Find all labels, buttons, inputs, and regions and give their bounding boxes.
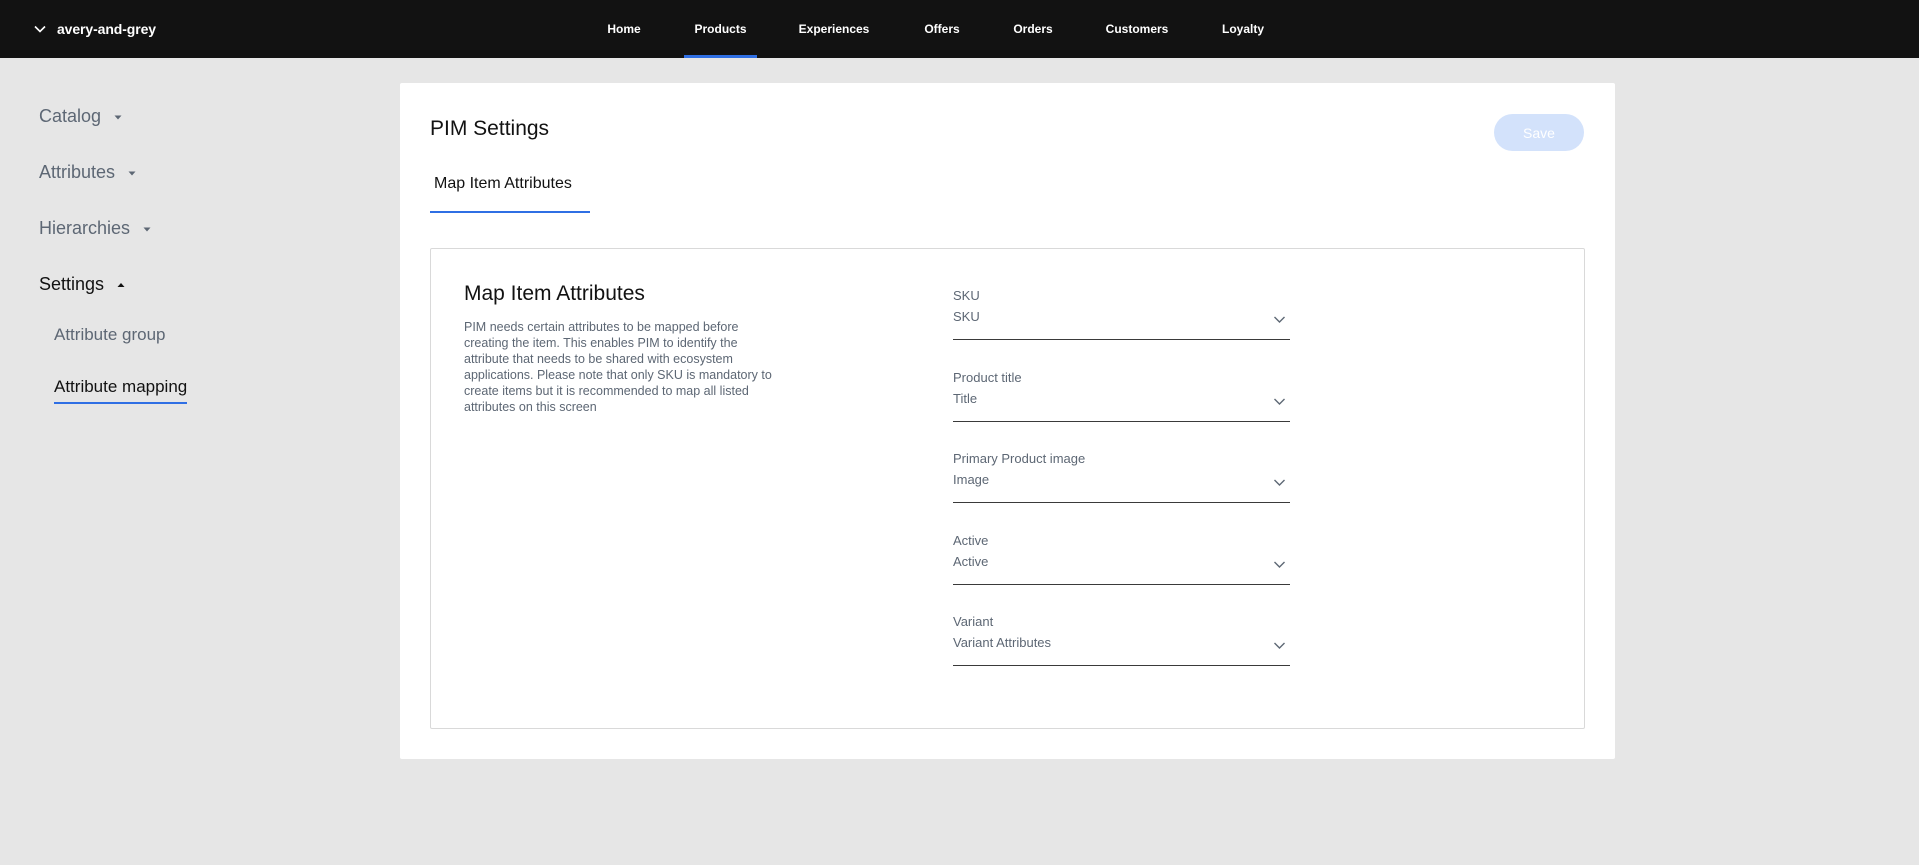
caret-down-icon [114,115,122,119]
field-label: SKU [953,288,980,303]
description-line: attribute that needs to be shared with e… [464,352,733,366]
chevron-down-icon [34,25,46,33]
settings-card: PIM Settings Save Map Item Attributes Ma… [400,83,1615,759]
nav-products[interactable]: Products [684,0,757,58]
nav-customers[interactable]: Customers [1094,0,1180,58]
sidebar-group-label: Attributes [39,162,116,182]
product-title-field: Product title Title [953,370,1290,422]
field-label: Active [953,533,989,548]
chevron-down-icon [1274,316,1285,323]
description-line: PIM needs certain attributes to be mappe… [464,320,739,334]
select-value: Active [953,554,989,569]
select-value: Variant Attributes [953,635,1052,650]
map-attributes-panel: Map Item Attributes PIM needs certain at… [430,248,1585,729]
sidebar-group-catalog[interactable]: Catalog [39,106,123,127]
sidebar-item-attribute-group[interactable]: Attribute group [54,325,166,345]
select-value: Title [953,391,978,406]
org-name: avery-and-grey [57,21,156,37]
chevron-down-icon [1274,642,1285,649]
field-label: Variant [953,614,994,629]
sidebar-item-attribute-mapping[interactable]: Attribute mapping [54,377,188,404]
active-field: Active Active [953,533,1290,585]
caret-down-icon [143,227,151,231]
primary-product-image-select[interactable]: Image [953,467,1290,503]
nav-offers[interactable]: Offers [910,0,974,58]
variant-field: Variant Variant Attributes [953,614,1290,666]
panel-title: Map Item Attributes [464,282,645,305]
variant-select[interactable]: Variant Attributes [953,630,1290,666]
field-label: Primary Product image [953,451,1086,466]
sidebar-group-label: Catalog [39,106,102,126]
caret-down-icon [128,171,136,175]
nav-orders[interactable]: Orders [1002,0,1064,58]
sidebar-group-label: Settings [39,274,105,294]
select-value: SKU [953,309,980,324]
sidebar-group-attributes[interactable]: Attributes [39,162,137,183]
save-button[interactable]: Save [1494,114,1584,151]
sku-field: SKU SKU [953,288,1290,340]
org-switcher[interactable]: avery-and-grey [33,0,156,58]
caret-up-icon [117,282,125,287]
tab-map-item-attributes[interactable]: Map Item Attributes [430,175,590,213]
chevron-down-icon [1274,398,1285,405]
active-select[interactable]: Active [953,549,1290,585]
sidebar-group-hierarchies[interactable]: Hierarchies [39,218,152,239]
tab-label: Map Item Attributes [434,175,572,192]
primary-product-image-field: Primary Product image Image [953,451,1290,503]
description-line: create items but it is recommended to ma… [464,384,749,398]
nav-loyalty[interactable]: Loyalty [1212,0,1274,58]
sidebar-group-settings[interactable]: Settings [39,274,126,295]
nav-experiences[interactable]: Experiences [788,0,880,58]
description-line: applications. Please note that only SKU … [464,368,772,382]
chevron-down-icon [1274,479,1285,486]
sidebar-group-label: Hierarchies [39,218,131,238]
description-line: creating the item. This enables PIM to i… [464,336,738,350]
product-title-select[interactable]: Title [953,386,1290,422]
panel-description: PIM needs certain attributes to be mappe… [464,319,839,415]
nav-home[interactable]: Home [592,0,656,58]
sku-select[interactable]: SKU [953,304,1290,340]
field-label: Product title [953,370,1022,385]
description-line: attributes on this screen [464,400,597,414]
top-navigation-bar: avery-and-grey Home Products Experiences… [0,0,1919,58]
page-title: PIM Settings [430,117,550,140]
chevron-down-icon [1274,561,1285,568]
select-value: Image [953,472,990,487]
